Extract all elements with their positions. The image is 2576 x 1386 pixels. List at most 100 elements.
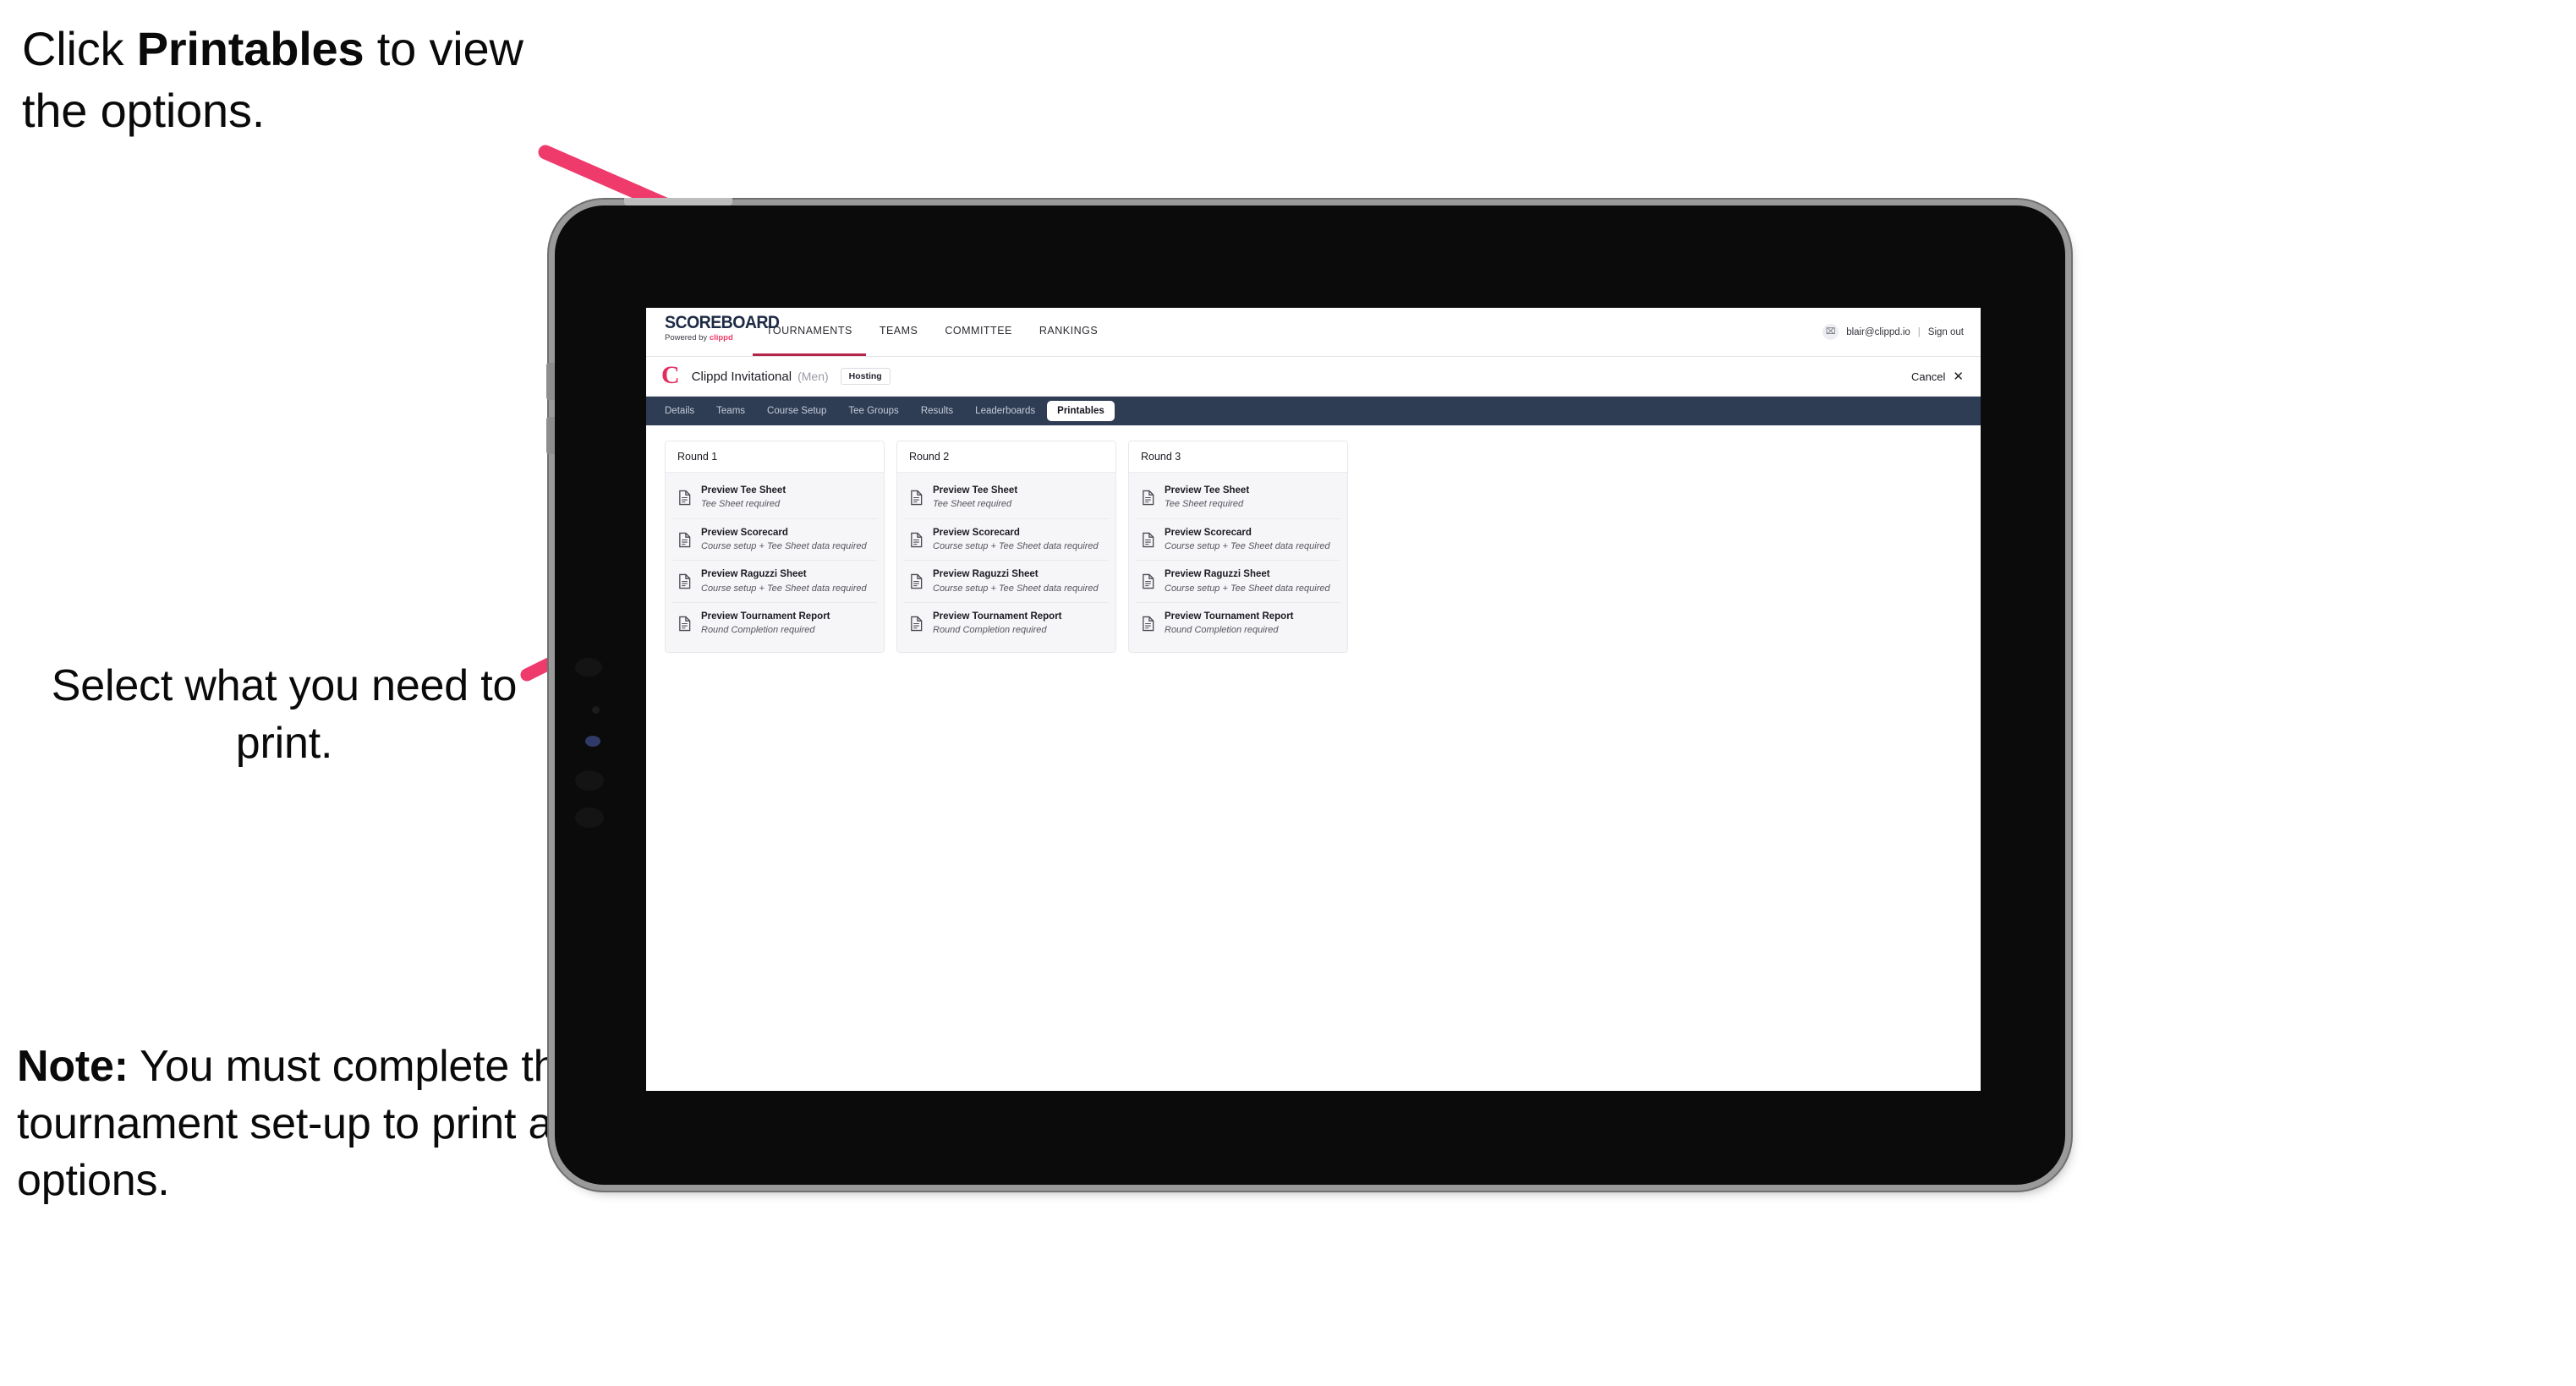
printable-item-tee-sheet[interactable]: Preview Tee Sheet Tee Sheet required	[904, 477, 1109, 519]
document-icon	[679, 574, 691, 589]
annotation-click-printables: Click Printables to view the options.	[22, 19, 563, 142]
printable-item-scorecard[interactable]: Preview Scorecard Course setup + Tee She…	[672, 519, 877, 562]
printable-item-title: Preview Tournament Report	[1165, 611, 1294, 622]
printable-item-title: Preview Scorecard	[933, 527, 1020, 538]
avatar[interactable]: ⌧	[1822, 324, 1839, 340]
tab-leaderboards[interactable]: Leaderboards	[965, 401, 1045, 421]
printable-item-requirement: Course setup + Tee Sheet data required	[933, 583, 1099, 594]
printable-item-title: Preview Tournament Report	[701, 611, 830, 622]
document-icon	[679, 616, 691, 632]
tab-printables[interactable]: Printables	[1047, 401, 1115, 421]
round-column-2: Round 2 Preview Tee Sheet Tee Sheet requ…	[896, 441, 1116, 653]
document-icon	[679, 532, 691, 547]
close-icon: ✕	[1953, 369, 1964, 384]
document-icon	[911, 490, 923, 506]
sign-out-link[interactable]: Sign out	[1928, 327, 1964, 337]
document-icon	[911, 616, 923, 632]
tablet-volume-down-button[interactable]	[546, 417, 555, 454]
tablet-volume-up-button[interactable]	[546, 363, 555, 400]
round-heading: Round 1	[666, 441, 884, 473]
account-area: ⌧ blair@clippd.io | Sign out	[1822, 308, 1981, 356]
printable-item-text: Preview Raguzzi Sheet Course setup + Tee…	[1165, 568, 1330, 594]
nav-item-teams[interactable]: TEAMS	[866, 308, 932, 356]
tab-tee-groups[interactable]: Tee Groups	[838, 401, 908, 421]
round-column-3: Round 3 Preview Tee Sheet Tee Sheet requ…	[1128, 441, 1348, 653]
printable-item-text: Preview Raguzzi Sheet Course setup + Tee…	[701, 568, 867, 594]
tablet-speaker-hole-top	[575, 658, 602, 677]
tab-course-setup[interactable]: Course Setup	[757, 401, 836, 421]
printable-item-title: Preview Tournament Report	[933, 611, 1062, 622]
document-icon	[1143, 532, 1154, 547]
round-column-1: Round 1 Preview Tee Sheet Tee Sheet requ…	[665, 441, 885, 653]
cancel-button[interactable]: Cancel ✕	[1911, 370, 1964, 383]
account-email: blair@clippd.io	[1846, 326, 1910, 337]
round-heading: Round 3	[1129, 441, 1347, 473]
document-icon	[911, 532, 923, 547]
printable-item-text: Preview Scorecard Course setup + Tee She…	[701, 527, 867, 553]
tablet-status-led	[585, 736, 600, 747]
document-icon	[1143, 574, 1154, 589]
printable-item-text: Preview Tee Sheet Tee Sheet required	[701, 485, 786, 511]
document-icon	[1143, 616, 1154, 632]
printable-item-requirement: Course setup + Tee Sheet data required	[933, 540, 1099, 551]
tab-details[interactable]: Details	[655, 401, 704, 421]
printable-item-tee-sheet[interactable]: Preview Tee Sheet Tee Sheet required	[672, 477, 877, 519]
round-items-list: Preview Tee Sheet Tee Sheet required Pre…	[666, 473, 884, 652]
cancel-button-label: Cancel	[1910, 370, 1946, 383]
tablet-speaker-hole-bottom	[575, 808, 604, 828]
tablet-screen: SCOREBOARD Powered by clippd TOURNAMENTS…	[646, 308, 1981, 1091]
printable-item-requirement: Round Completion required	[701, 625, 815, 636]
printable-item-text: Preview Raguzzi Sheet Course setup + Tee…	[933, 568, 1099, 594]
printable-item-tournament-report[interactable]: Preview Tournament Report Round Completi…	[672, 603, 877, 644]
printable-item-requirement: Course setup + Tee Sheet data required	[1165, 540, 1330, 551]
printable-item-title: Preview Raguzzi Sheet	[701, 569, 807, 580]
printable-item-text: Preview Tee Sheet Tee Sheet required	[1165, 485, 1249, 511]
printable-item-title: Preview Scorecard	[1165, 527, 1252, 538]
clippd-c-logo-icon: C	[661, 360, 680, 389]
document-icon	[679, 490, 691, 506]
document-icon	[911, 574, 923, 589]
printable-item-requirement: Tee Sheet required	[1165, 499, 1244, 510]
tab-teams[interactable]: Teams	[706, 401, 755, 421]
annotation-select-to-print: Select what you need to print.	[51, 661, 518, 768]
nav-item-rankings[interactable]: RANKINGS	[1026, 308, 1111, 356]
printable-item-requirement: Tee Sheet required	[933, 499, 1012, 510]
clippd-brand-text: clippd	[709, 333, 733, 342]
scoreboard-wordmark: SCOREBOARD	[665, 313, 780, 332]
printable-item-text: Preview Tournament Report Round Completi…	[1165, 611, 1294, 637]
printable-item-tournament-report[interactable]: Preview Tournament Report Round Completi…	[904, 603, 1109, 644]
printable-item-raguzzi-sheet[interactable]: Preview Raguzzi Sheet Course setup + Tee…	[672, 561, 877, 604]
printable-item-text: Preview Tee Sheet Tee Sheet required	[933, 485, 1017, 511]
status-badge: Hosting	[840, 367, 891, 386]
printable-item-title: Preview Tee Sheet	[933, 485, 1018, 496]
printable-item-title: Preview Raguzzi Sheet	[933, 569, 1039, 580]
tab-results[interactable]: Results	[911, 401, 963, 421]
printable-item-requirement: Round Completion required	[933, 625, 1047, 636]
printable-item-requirement: Course setup + Tee Sheet data required	[701, 540, 867, 551]
tournament-header-bar: C Clippd Invitational (Men) Hosting Canc…	[646, 357, 1981, 397]
printable-item-text: Preview Tournament Report Round Completi…	[933, 611, 1062, 637]
tournament-title: Clippd Invitational	[691, 369, 792, 384]
printable-item-scorecard[interactable]: Preview Scorecard Course setup + Tee She…	[1136, 519, 1340, 562]
tablet-device-frame: SCOREBOARD Powered by clippd TOURNAMENTS…	[546, 198, 2065, 1185]
annotation-click-prefix: Click	[22, 22, 137, 75]
round-items-list: Preview Tee Sheet Tee Sheet required Pre…	[897, 473, 1115, 652]
app-top-navigation: SCOREBOARD Powered by clippd TOURNAMENTS…	[646, 308, 1981, 357]
printables-content-area: Round 1 Preview Tee Sheet Tee Sheet requ…	[646, 425, 1981, 668]
printable-item-scorecard[interactable]: Preview Scorecard Course setup + Tee She…	[904, 519, 1109, 562]
printable-item-raguzzi-sheet[interactable]: Preview Raguzzi Sheet Course setup + Tee…	[1136, 561, 1340, 604]
printable-item-title: Preview Raguzzi Sheet	[1165, 569, 1270, 580]
printable-item-tee-sheet[interactable]: Preview Tee Sheet Tee Sheet required	[1136, 477, 1340, 519]
printable-item-tournament-report[interactable]: Preview Tournament Report Round Completi…	[1136, 603, 1340, 644]
tournament-gender-label: (Men)	[797, 370, 829, 383]
printable-item-requirement: Round Completion required	[1165, 625, 1279, 636]
account-separator: |	[1917, 326, 1921, 337]
document-icon	[1143, 490, 1154, 506]
printable-item-text: Preview Scorecard Course setup + Tee She…	[1165, 527, 1330, 553]
printable-item-raguzzi-sheet[interactable]: Preview Raguzzi Sheet Course setup + Tee…	[904, 561, 1109, 604]
tournament-tab-bar: Details Teams Course Setup Tee Groups Re…	[646, 397, 1981, 425]
printable-item-title: Preview Tee Sheet	[701, 485, 787, 496]
printable-item-requirement: Course setup + Tee Sheet data required	[701, 583, 867, 594]
scoreboard-logo[interactable]: SCOREBOARD Powered by clippd	[646, 308, 780, 356]
nav-item-committee[interactable]: COMMITTEE	[931, 308, 1026, 356]
